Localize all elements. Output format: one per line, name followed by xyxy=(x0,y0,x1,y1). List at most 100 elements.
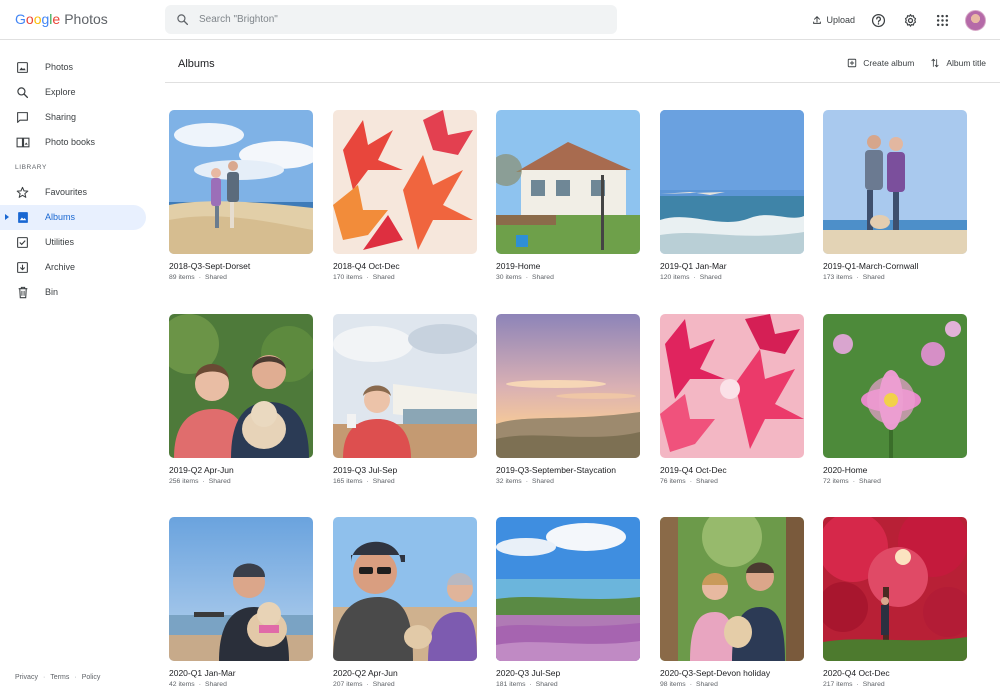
album-card[interactable]: 2018-Q3-Sept-Dorset 89 items · Shared xyxy=(169,110,313,281)
album-card[interactable]: 2019-Q4 Oct-Dec 76 items · Shared xyxy=(660,314,804,485)
album-card[interactable]: 2020-Q3-Sept-Devon holiday 98 items · Shar… xyxy=(660,517,804,688)
book-icon xyxy=(15,135,30,150)
album-thumbnail[interactable] xyxy=(496,517,640,661)
upload-label: Upload xyxy=(826,15,855,25)
album-thumbnail[interactable] xyxy=(169,110,313,254)
upload-button[interactable]: Upload xyxy=(812,15,855,25)
album-card[interactable]: 2018-Q4 Oct-Dec 170 items · Shared xyxy=(333,110,477,281)
search-icon[interactable] xyxy=(165,13,199,26)
shared-status: Shared xyxy=(862,274,885,281)
album-count: 30 items xyxy=(496,274,522,281)
gear-icon[interactable] xyxy=(901,11,919,29)
album-thumbnail[interactable] xyxy=(823,517,967,661)
album-thumbnail[interactable] xyxy=(496,314,640,458)
album-card[interactable]: 2020-Q1 Jan-Mar 42 items · Shared xyxy=(169,517,313,688)
shared-status: Shared xyxy=(372,274,395,281)
sort-button[interactable]: Album title xyxy=(930,58,986,68)
star-icon xyxy=(15,185,30,200)
album-card[interactable]: 2019-Q3-September-Staycation 32 items · Sh… xyxy=(496,314,640,485)
album-card[interactable]: 2020-Q4 Oct-Dec 217 items · Shared xyxy=(823,517,967,688)
album-thumbnail[interactable] xyxy=(333,517,477,661)
shared-status: Shared xyxy=(204,681,227,688)
album-count: 173 items xyxy=(823,274,853,281)
sidebar-item-bin[interactable]: Bin xyxy=(0,280,146,305)
album-card[interactable]: 2020-Q2 Apr-Jun 207 items · Shared xyxy=(333,517,477,688)
album-title: 2020-Q2 Apr-Jun xyxy=(333,668,398,678)
album-title: 2018-Q3-Sept-Dorset xyxy=(169,261,251,271)
sidebar-item-photo-books[interactable]: Photo books xyxy=(0,130,146,155)
create-album-button[interactable]: Create album xyxy=(847,58,914,68)
footer-separator: · xyxy=(42,674,46,681)
search-input[interactable] xyxy=(199,14,599,25)
upload-icon xyxy=(813,16,822,24)
album-thumbnail[interactable] xyxy=(169,517,313,661)
album-meta: 170 items · Shared xyxy=(333,274,395,281)
page-title: Albums xyxy=(178,58,215,70)
album-card[interactable]: 2019-Home 30 items · Shared xyxy=(496,110,640,281)
album-title: 2018-Q4 Oct-Dec xyxy=(333,261,400,271)
sidebar-item-utilities[interactable]: Utilities xyxy=(0,230,146,255)
shared-status: Shared xyxy=(699,274,722,281)
privacy-link[interactable]: Privacy xyxy=(15,674,38,681)
sidebar-item-albums[interactable]: Albums xyxy=(0,205,146,230)
album-thumbnail[interactable] xyxy=(660,314,804,458)
album-meta: 76 items · Shared xyxy=(660,478,718,485)
album-meta: 217 items · Shared xyxy=(823,681,885,688)
sidebar-item-archive[interactable]: Archive xyxy=(0,255,146,280)
sort-label: Album title xyxy=(946,58,986,68)
album-thumbnail[interactable] xyxy=(660,110,804,254)
album-card[interactable]: 2020-Q3 Jul-Sep 181 items · Shared xyxy=(496,517,640,688)
sidebar-item-sharing[interactable]: Sharing xyxy=(0,105,146,130)
album-meta: 30 items · Shared xyxy=(496,274,554,281)
album-title: 2019-Q2 Apr-Jun xyxy=(169,465,234,475)
terms-link[interactable]: Terms xyxy=(50,674,69,681)
album-thumbnail[interactable] xyxy=(169,314,313,458)
product-name: Photos xyxy=(64,11,108,27)
sidebar-item-explore[interactable]: Explore xyxy=(0,80,146,105)
album-meta: 32 items · Shared xyxy=(496,478,554,485)
shared-status: Shared xyxy=(858,478,881,485)
album-count: 207 items xyxy=(333,681,363,688)
shared-status: Shared xyxy=(372,681,395,688)
sidebar-item-label: Favourites xyxy=(45,187,88,197)
album-count: 98 items xyxy=(660,681,686,688)
sidebar: Photos Explore Sharing Photo books LIBRA… xyxy=(0,40,155,697)
album-title: 2019-Q1-March-Cornwall xyxy=(823,261,919,271)
policy-link[interactable]: Policy xyxy=(82,674,101,681)
top-bar: GooglePhotos Upload xyxy=(0,0,1000,40)
album-thumbnail[interactable] xyxy=(333,314,477,458)
google-photos-logo[interactable]: Google Photos xyxy=(15,11,108,27)
album-card[interactable]: 2019-Q3 Jul-Sep 165 items · Shared xyxy=(333,314,477,485)
album-meta: 42 items · Shared xyxy=(169,681,227,688)
album-meta: 207 items · Shared xyxy=(333,681,395,688)
album-thumbnail[interactable] xyxy=(823,110,967,254)
album-icon xyxy=(15,210,30,225)
album-meta: 165 items · Shared xyxy=(333,478,395,485)
album-card[interactable]: 2019-Q2 Apr-Jun 256 items · Shared xyxy=(169,314,313,485)
album-thumbnail[interactable] xyxy=(333,110,477,254)
main-header: Albums Create album Album title xyxy=(165,40,1000,83)
help-icon[interactable] xyxy=(869,11,887,29)
album-thumbnail[interactable] xyxy=(496,110,640,254)
album-card[interactable]: 2019-Q1 Jan-Mar 120 items · Shared xyxy=(660,110,804,281)
album-title: 2020-Home xyxy=(823,465,868,475)
search-bar[interactable] xyxy=(165,5,617,34)
album-title: 2020-Q1 Jan-Mar xyxy=(169,668,236,678)
album-count: 120 items xyxy=(660,274,690,281)
avatar[interactable] xyxy=(965,9,986,31)
album-thumbnail[interactable] xyxy=(660,517,804,661)
album-thumbnail[interactable] xyxy=(823,314,967,458)
active-indicator xyxy=(5,214,9,220)
sidebar-item-label: Bin xyxy=(45,287,59,297)
sidebar-item-photos[interactable]: Photos xyxy=(0,55,146,80)
sidebar-item-favourites[interactable]: Favourites xyxy=(0,180,146,205)
chat-bubble-icon xyxy=(15,110,30,125)
apps-grid-icon[interactable] xyxy=(933,11,951,29)
shared-status: Shared xyxy=(531,478,554,485)
archive-icon xyxy=(15,260,30,275)
search-icon xyxy=(15,85,30,100)
album-title: 2020-Q3 Jul-Sep xyxy=(496,668,561,678)
album-card[interactable]: 2020-Home 72 items · Shared xyxy=(823,314,967,485)
album-card[interactable]: 2019-Q1-March-Cornwall 173 items · Shared xyxy=(823,110,967,281)
album-meta: 120 items · Shared xyxy=(660,274,722,281)
